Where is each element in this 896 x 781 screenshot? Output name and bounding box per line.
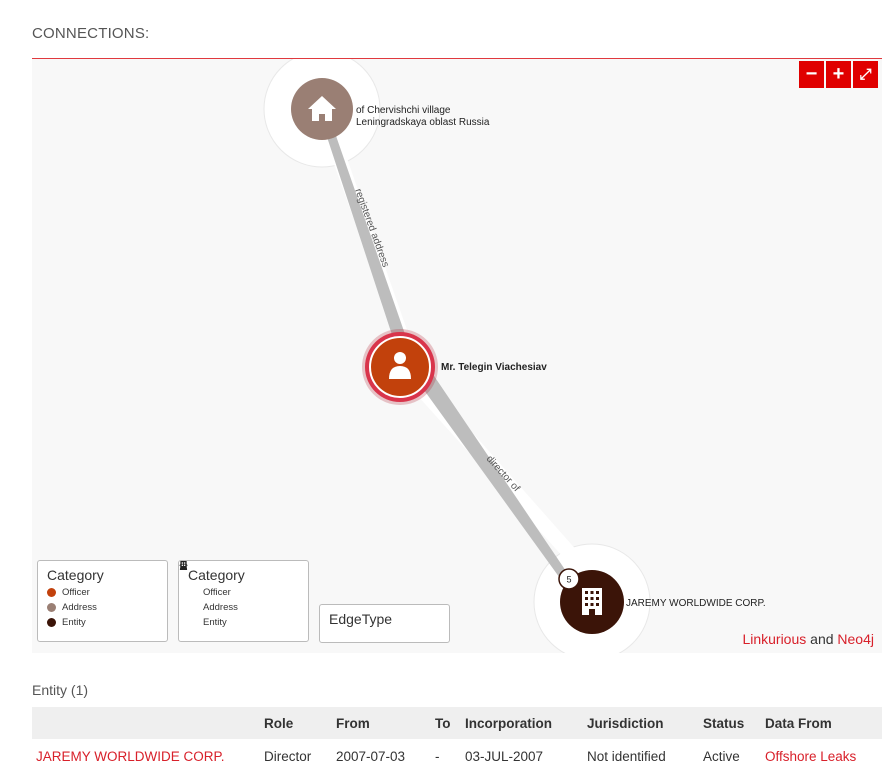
cell-name: JAREMY WORLDWIDE CORP.: [32, 739, 260, 773]
legend-title: Category: [188, 567, 245, 583]
connections-title: CONNECTIONS:: [32, 25, 150, 42]
legend-category-icons: Category Officer Address Entity: [178, 560, 309, 642]
data-source-link[interactable]: Offshore Leaks: [765, 749, 856, 764]
legend-item-officer: Officer: [47, 586, 167, 598]
address-node-label-line1: of Chervishchi village: [356, 105, 451, 116]
address-node[interactable]: of Chervishchi village Leningradskaya ob…: [291, 78, 490, 140]
legend-item-entity: Entity: [180, 561, 308, 628]
cell-data-from: Offshore Leaks: [761, 739, 882, 773]
cell-incorporation: 03-JUL-2007: [465, 748, 544, 764]
zoom-in-button[interactable]: +: [826, 61, 851, 88]
cell-to: -: [435, 748, 440, 764]
building-icon: [582, 588, 602, 615]
edge-director-of: [416, 367, 570, 581]
edge-registered-address: [327, 133, 406, 341]
legend-item-address: Address: [179, 561, 308, 613]
entity-section-heading: Entity (1): [32, 682, 89, 698]
column-header-incorporation: Incorporation: [461, 707, 583, 739]
officer-node[interactable]: Mr. Telegin Viachesiav: [362, 329, 547, 405]
neo4j-link[interactable]: Neo4j: [837, 631, 874, 647]
zoom-out-button[interactable]: −: [799, 61, 824, 88]
cell-from: 2007-07-03: [336, 748, 406, 764]
entity-node-badge: 5: [558, 568, 580, 590]
linkurious-link[interactable]: Linkurious: [742, 631, 806, 647]
entities-table: Role From To Incorporation Jurisdiction …: [32, 707, 882, 773]
officer-node-label: Mr. Telegin Viachesiav: [441, 362, 547, 373]
column-header-role: Role: [260, 707, 332, 739]
legend-item-officer: Officer: [179, 561, 308, 598]
table-header-row: Role From To Incorporation Jurisdiction …: [32, 707, 882, 739]
legend-item-address: Address: [47, 601, 167, 613]
legend-category-colors: Category Officer Address Entity: [37, 560, 168, 642]
column-header-name: [32, 707, 260, 739]
fullscreen-button[interactable]: ⤢: [853, 61, 878, 88]
column-header-from: From: [332, 707, 431, 739]
cell-status: Active: [703, 748, 740, 764]
svg-text:5: 5: [566, 575, 571, 585]
graph-credit: Linkurious and Neo4j: [742, 631, 874, 647]
legend-title: Category: [47, 567, 104, 583]
column-header-data-from: Data From: [761, 707, 882, 739]
column-header-jurisdiction: Jurisdiction: [583, 707, 699, 739]
cell-role: Director: [264, 748, 312, 764]
column-header-status: Status: [699, 707, 761, 739]
entity-node-label: JAREMY WORLDWIDE CORP.: [626, 598, 766, 609]
entity-link[interactable]: JAREMY WORLDWIDE CORP.: [36, 749, 225, 764]
legend-edge-type: EdgeType: [319, 604, 450, 643]
column-header-to: To: [431, 707, 461, 739]
table-row: JAREMY WORLDWIDE CORP. Director 2007-07-…: [32, 739, 882, 773]
address-node-label-line2: Leningradskaya oblast Russia: [356, 117, 490, 128]
graph-canvas[interactable]: registered address director of of Chervi…: [32, 58, 882, 653]
legend-title: EdgeType: [329, 611, 393, 627]
cell-jurisdiction: Not identified: [587, 748, 666, 764]
legend-item-entity: Entity: [47, 616, 167, 628]
entity-node[interactable]: 5 JAREMY WORLDWIDE CORP.: [558, 568, 766, 634]
